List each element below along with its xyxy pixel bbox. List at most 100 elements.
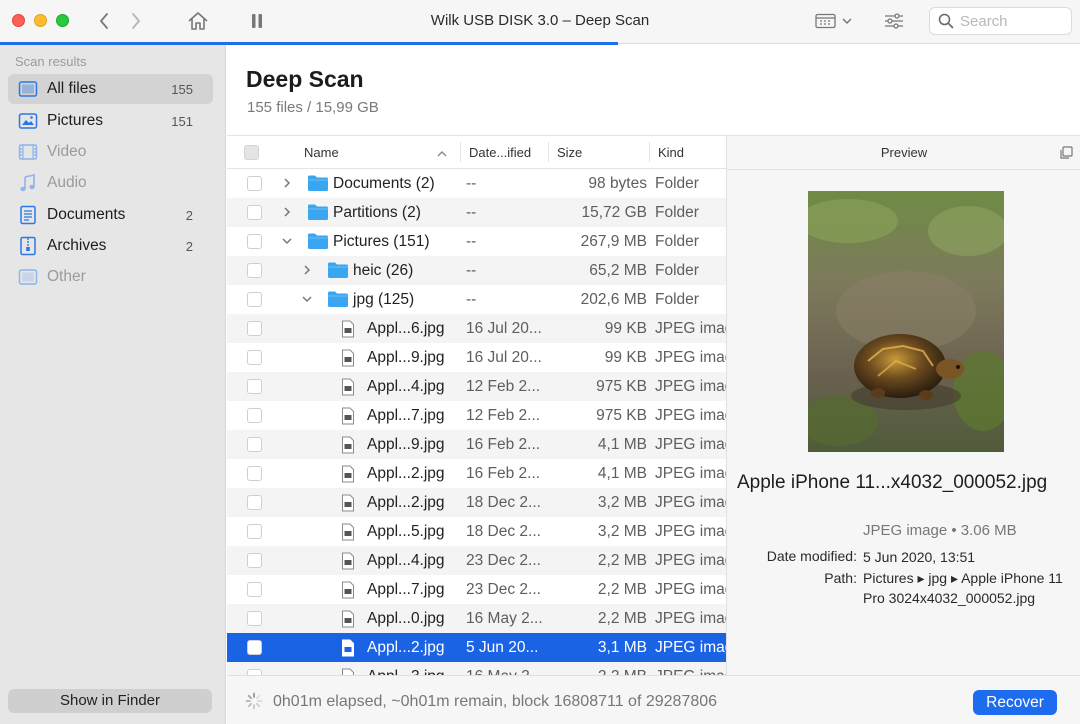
row-name: Appl...6.jpg [367, 320, 445, 337]
sidebar-item-count: 2 [185, 207, 193, 223]
view-options-button[interactable] [812, 8, 856, 34]
file-row[interactable]: Appl...3.jpg 16 May 2...2,2 MB JPEG image [227, 662, 726, 675]
preview-title: Preview [880, 145, 928, 160]
select-all-checkbox[interactable] [244, 145, 259, 160]
zoom-window-button[interactable] [56, 14, 69, 27]
folder-row[interactable]: jpg (125) -- 202,6 MB Folder [227, 285, 726, 314]
row-checkbox[interactable] [247, 350, 262, 365]
sidebar-item-other[interactable]: Other [8, 262, 213, 292]
row-checkbox[interactable] [247, 321, 262, 336]
chevron-right-icon[interactable] [281, 206, 293, 218]
row-checkbox[interactable] [247, 466, 262, 481]
row-kind: JPEG image [655, 523, 726, 540]
other-files-icon [18, 267, 38, 287]
row-checkbox[interactable] [247, 582, 262, 597]
row-size: 15,72 GB [581, 204, 648, 221]
chevron-right-icon[interactable] [281, 177, 293, 189]
column-separator[interactable] [649, 142, 650, 162]
column-separator[interactable] [548, 142, 549, 162]
date-modified-label: Date modified: [766, 548, 857, 564]
row-name: Documents (2) [333, 175, 435, 192]
file-row[interactable]: Appl...2.jpg 16 Feb 2... 4,1 MB JPEG image [227, 459, 726, 488]
row-date: 16 May 2... [466, 668, 551, 675]
row-name: Appl...7.jpg [367, 581, 445, 598]
file-row[interactable]: Appl...4.jpg 23 Dec 2... 2,2 MB JPEG image [227, 546, 726, 575]
sort-ascending-icon [437, 151, 447, 157]
column-separator[interactable] [460, 142, 461, 162]
file-row[interactable]: Appl...2.jpg 5 Jun 20... 3,1 MB JPEG image [227, 633, 726, 662]
row-kind: JPEG image [655, 639, 726, 656]
image-file-icon [342, 610, 354, 628]
row-checkbox[interactable] [247, 640, 262, 655]
sidebar-item-all-files[interactable]: All files 155 [8, 74, 213, 104]
chevron-down-icon[interactable] [301, 293, 313, 305]
file-row[interactable]: Appl...4.jpg 12 Feb 2... 975 KB JPEG image [227, 372, 726, 401]
forward-button[interactable] [126, 8, 146, 34]
image-file-icon [342, 378, 354, 396]
row-checkbox[interactable] [247, 234, 262, 249]
row-date: -- [466, 291, 477, 308]
row-size: 975 KB [596, 378, 647, 395]
row-checkbox[interactable] [247, 524, 262, 539]
file-row[interactable]: Appl...2.jpg 18 Dec 2... 3,2 MB JPEG image [227, 488, 726, 517]
folder-row[interactable]: Pictures (151) -- 267,9 MB Folder [227, 227, 726, 256]
back-button[interactable] [94, 8, 114, 34]
sidebar-item-label: Video [47, 143, 87, 160]
show-in-finder-button[interactable]: Show in Finder [8, 689, 212, 713]
page-subtitle: 155 files / 15,99 GB [247, 99, 379, 116]
folder-row[interactable]: Documents (2) -- 98 bytes Folder [227, 169, 726, 198]
file-row[interactable]: Appl...9.jpg 16 Feb 2... 4,1 MB JPEG image [227, 430, 726, 459]
home-button[interactable] [186, 8, 210, 34]
row-size: 2,2 MB [597, 552, 647, 569]
row-checkbox[interactable] [247, 495, 262, 510]
row-checkbox[interactable] [247, 437, 262, 452]
column-header-kind[interactable]: Kind [658, 145, 684, 160]
row-date: 5 Jun 20... [466, 639, 539, 656]
row-checkbox[interactable] [247, 205, 262, 220]
file-list: Documents (2) -- 98 bytes Folder Partitions … [227, 169, 726, 675]
folder-icon [308, 175, 328, 191]
recover-button[interactable]: Recover [973, 690, 1057, 715]
search-box[interactable] [929, 7, 1072, 35]
row-checkbox[interactable] [247, 379, 262, 394]
preview-image[interactable] [808, 191, 1004, 452]
all-files-icon [18, 79, 38, 99]
row-name: Appl...2.jpg [367, 494, 445, 511]
sidebar-item-count: 151 [171, 113, 193, 129]
home-icon [188, 12, 208, 30]
row-checkbox[interactable] [247, 408, 262, 423]
file-row[interactable]: Appl...5.jpg 18 Dec 2... 3,2 MB JPEG image [227, 517, 726, 546]
row-checkbox[interactable] [247, 553, 262, 568]
column-header-name[interactable]: Name [304, 145, 339, 160]
sidebar-item-audio[interactable]: Audio [8, 168, 213, 198]
row-checkbox[interactable] [247, 611, 262, 626]
column-header-size[interactable]: Size [557, 145, 582, 160]
row-name: Appl...4.jpg [367, 552, 445, 569]
copy-icon[interactable] [1059, 146, 1073, 160]
sidebar-item-archives[interactable]: Archives 2 [8, 231, 213, 261]
close-window-button[interactable] [12, 14, 25, 27]
file-row[interactable]: Appl...7.jpg 12 Feb 2... 975 KB JPEG image [227, 401, 726, 430]
sidebar-item-pictures[interactable]: Pictures 151 [8, 106, 213, 136]
search-input[interactable] [960, 12, 1060, 30]
file-row[interactable]: Appl...6.jpg 16 Jul 20... 99 KB JPEG image [227, 314, 726, 343]
row-checkbox[interactable] [247, 263, 262, 278]
folder-row[interactable]: heic (26) -- 65,2 MB Folder [227, 256, 726, 285]
folder-row[interactable]: Partitions (2) -- 15,72 GB Folder [227, 198, 726, 227]
chevron-down-icon[interactable] [281, 235, 293, 247]
page-title: Deep Scan [246, 66, 364, 92]
file-row[interactable]: Appl...7.jpg 23 Dec 2... 2,2 MB JPEG image [227, 575, 726, 604]
image-file-icon [342, 349, 354, 367]
file-row[interactable]: Appl...9.jpg 16 Jul 20... 99 KB JPEG image [227, 343, 726, 372]
file-row[interactable]: Appl...0.jpg 16 May 2... 2,2 MB JPEG image [227, 604, 726, 633]
column-header-date[interactable]: Date...ified [469, 145, 531, 160]
filter-settings-button[interactable] [882, 8, 906, 34]
sidebar-item-documents[interactable]: Documents 2 [8, 200, 213, 230]
chevron-right-icon[interactable] [301, 264, 313, 276]
sidebar-item-video[interactable]: Video [8, 137, 213, 167]
sidebar: Scan results All files 155 Pictures 151 … [0, 45, 226, 724]
pause-button[interactable] [248, 8, 266, 34]
row-checkbox[interactable] [247, 292, 262, 307]
minimize-window-button[interactable] [34, 14, 47, 27]
row-checkbox[interactable] [247, 176, 262, 191]
